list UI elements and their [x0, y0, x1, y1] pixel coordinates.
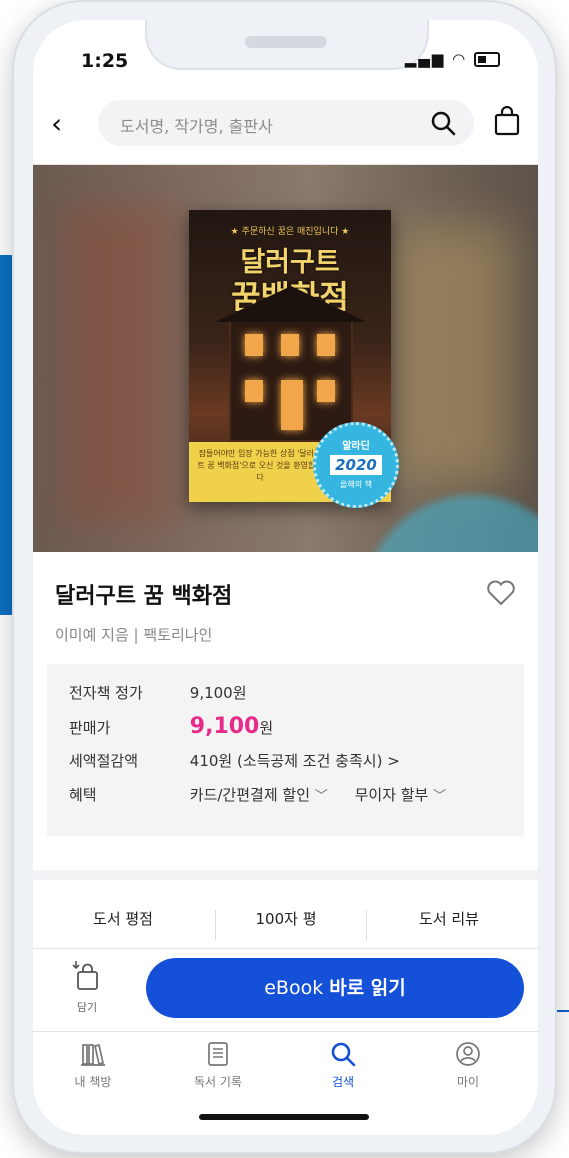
badge-caption: 올해의 책	[340, 480, 372, 489]
cover-band-text: 잠들어야만 입장 가능한 상점 '달러구트 꿈 백화점'으로 오신 것을 환영합…	[197, 449, 323, 482]
cover-tagline: ★ 주문하신 꿈은 매진입니다 ★	[230, 227, 350, 237]
phone-frame: 1:25 ▂▄▆ ◠ ‹ 도서명, 작가명, 출판사 ★ 주문하신 꿈은 매진입…	[14, 2, 555, 1152]
search-icon	[329, 1042, 357, 1071]
heart-icon[interactable]	[486, 580, 516, 610]
nav-my-page-label: 마이	[456, 1075, 480, 1089]
benefit-row: 혜택 카드/간편결제 할인 ﹀ 무이자 할부 ﹀	[69, 784, 446, 805]
search-bar[interactable]: 도서명, 작가명, 출판사	[98, 100, 474, 146]
read-ebook-button[interactable]: eBook 바로 읽기	[146, 958, 524, 1018]
read-button-label: 바로 읽기	[329, 977, 406, 999]
badge-label: 알라딘	[342, 441, 370, 452]
nav-reading-log[interactable]: 독서 기록	[178, 1040, 258, 1090]
author-publisher[interactable]: 이미예 지음 | 팩토리나인	[55, 624, 212, 645]
chevron-down-icon: ﹀	[314, 789, 328, 804]
benefit-label: 혜택	[69, 786, 97, 804]
home-indicator[interactable]	[199, 1114, 369, 1120]
card-discount-label: 카드/간편결제 할인	[189, 786, 311, 804]
banner-blur-right	[393, 225, 513, 485]
installment-label: 무이자 할부	[354, 786, 429, 804]
price-info-box: 전자책 정가 9,100원 판매가 9,100원 세액절감액 410원 (소득공…	[47, 664, 524, 836]
shopping-bag-icon[interactable]	[494, 105, 520, 140]
badge-year: 2020	[330, 455, 382, 475]
status-time: 1:25	[81, 50, 129, 72]
card-discount-dropdown[interactable]: 카드/간편결제 할인 ﹀	[190, 786, 328, 804]
search-icon[interactable]	[430, 110, 456, 140]
app-screen: 1:25 ▂▄▆ ◠ ‹ 도서명, 작가명, 출판사 ★ 주문하신 꿈은 매진입…	[33, 20, 538, 1135]
review-tabs: 도서 평점 100자 평 도서 리뷰	[33, 900, 538, 940]
signal-icon: ▂▄▆	[404, 50, 446, 68]
tab-book-rating[interactable]: 도서 평점	[43, 908, 203, 929]
bottom-navigation: 내 책방 독서 기록 검색 마이	[33, 1032, 538, 1104]
sale-price-label: 판매가	[69, 719, 111, 737]
notes-icon	[204, 1042, 232, 1071]
nav-search-label: 검색	[331, 1075, 355, 1089]
chevron-down-icon: ﹀	[433, 789, 447, 804]
purchase-action-bar: 담기 eBook 바로 읽기	[33, 948, 538, 1032]
award-badge: 알라딘 2020 올해의 책	[313, 422, 399, 508]
tab-100-char-review[interactable]: 100자 평	[206, 908, 366, 929]
nav-reading-log-label: 독서 기록	[194, 1075, 242, 1089]
house-window	[245, 380, 263, 402]
house-window	[317, 334, 335, 356]
search-input[interactable]: 도서명, 작가명, 출판사	[120, 113, 273, 137]
tab-book-review[interactable]: 도서 리뷰	[369, 908, 529, 929]
add-to-cart-button[interactable]: 담기	[67, 959, 107, 1015]
phone-notch	[145, 20, 429, 70]
book-cover-banner: ★ 주문하신 꿈은 매진입니다 ★ 달러구트 꿈백화점 잠들어야만 입장 가능한…	[33, 165, 538, 552]
status-icons: ▂▄▆ ◠	[405, 50, 500, 68]
tax-saving-row[interactable]: 세액절감액 410원 (소득공제 조건 충족시) >	[69, 750, 400, 771]
house-window	[281, 334, 299, 356]
wifi-icon: ◠	[452, 50, 468, 68]
banner-blur-left	[63, 205, 173, 525]
nav-my-library-label: 내 책방	[74, 1075, 112, 1089]
book-cover-image[interactable]: ★ 주문하신 꿈은 매진입니다 ★ 달러구트 꿈백화점 잠들어야만 입장 가능한…	[189, 210, 399, 508]
tax-saving-label: 세액절감액	[69, 752, 139, 770]
sale-price-unit: 원	[259, 719, 274, 737]
library-icon	[79, 1043, 107, 1071]
add-to-cart-label: 담기	[76, 1001, 98, 1014]
top-header: ‹ 도서명, 작가명, 출판사	[33, 88, 538, 165]
sale-price-value: 9,100	[189, 714, 260, 739]
house-window	[317, 380, 335, 402]
nav-search[interactable]: 검색	[303, 1040, 383, 1090]
sale-price-row: 판매가 9,100원	[69, 714, 273, 739]
house-window	[245, 334, 263, 356]
speaker-grille	[245, 36, 327, 48]
nav-my-library[interactable]: 내 책방	[53, 1040, 133, 1090]
cart-add-icon	[72, 961, 102, 997]
nav-my-page[interactable]: 마이	[428, 1040, 508, 1090]
cover-house-illustration	[215, 286, 367, 442]
back-icon[interactable]: ‹	[51, 110, 62, 138]
read-button-prefix: eBook	[264, 977, 330, 999]
banner-decoration	[363, 495, 538, 552]
installment-dropdown[interactable]: 무이자 할부 ﹀	[355, 786, 447, 804]
ebook-price-label: 전자책 정가	[69, 684, 143, 702]
book-title: 달러구트 꿈 백화점	[55, 584, 233, 609]
tax-saving-value[interactable]: 410원 (소득공제 조건 충족시) >	[190, 752, 400, 770]
house-door	[281, 380, 303, 430]
profile-icon	[454, 1042, 482, 1071]
ebook-price-value: 9,100원	[189, 684, 247, 702]
battery-icon	[474, 52, 500, 67]
section-divider	[33, 870, 538, 880]
ebook-price-row: 전자책 정가 9,100원	[69, 682, 247, 703]
tab-divider	[366, 910, 367, 940]
